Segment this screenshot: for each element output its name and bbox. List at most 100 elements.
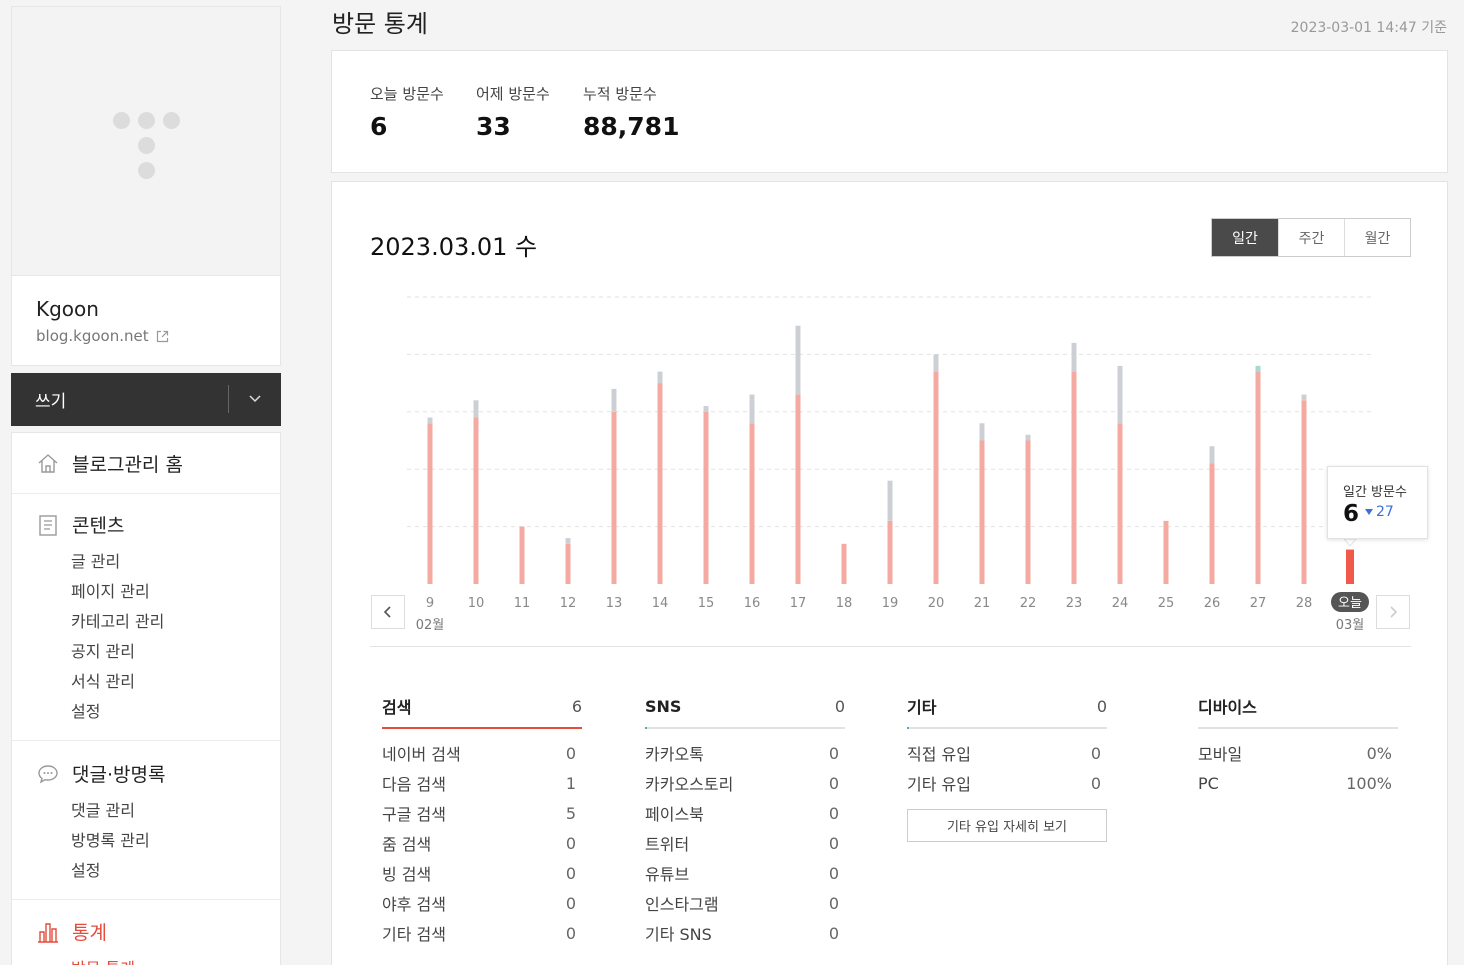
visits-bar-secondary[interactable] [473, 400, 479, 418]
visits-bar-secondary[interactable] [1209, 446, 1215, 464]
blog-url-link[interactable]: blog.kgoon.net [36, 327, 169, 345]
tooltip-pointer [1342, 538, 1358, 547]
home-icon [38, 453, 58, 473]
sidebar-item-comment-manage[interactable]: 댓글 관리 [71, 797, 135, 821]
x-tick-label: 10 [468, 596, 485, 611]
source-row: 야후 검색 0 [382, 888, 582, 918]
source-row-value: 0 [1090, 743, 1101, 763]
write-button[interactable]: 쓰기 [35, 387, 66, 412]
sidebar-item-stats[interactable]: 통계 [36, 918, 107, 945]
visits-bar-chart: 9 10 11 12 13 14 15 16 17 18 19 20 21 22 23 24 25 26 27 28 오… [407, 296, 1372, 633]
source-row: 모바일 0% [1198, 738, 1398, 768]
visits-bar[interactable] [565, 543, 571, 584]
source-header: SNS 0 [645, 689, 845, 729]
visits-bar[interactable] [427, 423, 433, 584]
sidebar-item-pages[interactable]: 페이지 관리 [71, 578, 150, 602]
stat-value: 33 [476, 112, 511, 141]
visits-bar[interactable] [1071, 371, 1077, 584]
visits-bar-secondary[interactable] [703, 406, 709, 412]
sidebar-item-posts[interactable]: 글 관리 [71, 548, 120, 572]
chart-prev-button[interactable] [371, 595, 405, 629]
source-row: 페이스북 0 [645, 798, 845, 828]
sidebar-item-notices[interactable]: 공지 관리 [71, 638, 135, 662]
source-row: 기타 SNS 0 [645, 918, 845, 948]
page-title: 방문 통계 [332, 10, 428, 38]
visits-bar[interactable] [1163, 520, 1169, 584]
source-row-label: 줌 검색 [382, 835, 432, 854]
menu-section-contents: 콘텐츠 글 관리 페이지 관리 카테고리 관리 공지 관리 서식 관리 설정 [12, 494, 280, 741]
visits-bar[interactable] [841, 543, 847, 584]
source-row-label: 네이버 검색 [382, 745, 461, 764]
sidebar-item-settings[interactable]: 설정 [71, 698, 100, 722]
visits-bar-secondary[interactable] [979, 423, 985, 441]
visits-bar[interactable] [1025, 440, 1031, 585]
blog-name: Kgoon [36, 297, 99, 321]
x-tick-label: 28 [1296, 596, 1313, 611]
visits-bar[interactable] [703, 411, 709, 584]
source-row-value: 0 [828, 893, 839, 913]
visits-bar-secondary[interactable] [887, 480, 893, 521]
sidebar-item-comments[interactable]: 댓글·방명록 [36, 760, 165, 787]
visits-bar-secondary[interactable] [1117, 365, 1123, 424]
external-link-icon [156, 330, 168, 342]
visits-bar[interactable] [611, 411, 617, 584]
sidebar-item-label: 콘텐츠 [72, 515, 125, 537]
x-tick-label: 17 [790, 596, 807, 611]
source-row-label: 페이스북 [645, 805, 704, 824]
visits-bar[interactable] [887, 520, 893, 584]
x-tick-label: 24 [1112, 596, 1129, 611]
visits-bar[interactable] [979, 440, 985, 585]
logo-dot [163, 112, 180, 129]
visits-bar[interactable] [749, 423, 755, 584]
visits-bar-secondary[interactable] [427, 417, 433, 424]
source-row-label: 기타 유입 [907, 775, 971, 794]
visits-bar-secondary[interactable] [657, 371, 663, 384]
visits-bar-secondary[interactable] [1025, 434, 1031, 441]
source-row: 유튜브 0 [645, 858, 845, 888]
source-row-label: 빙 검색 [382, 865, 432, 884]
chevron-down-icon[interactable] [247, 390, 263, 406]
visits-bar-secondary[interactable] [795, 325, 801, 395]
source-row-value: 5 [565, 803, 576, 823]
visits-bar[interactable] [1255, 371, 1261, 584]
chart-next-button[interactable] [1376, 595, 1410, 629]
profile-image[interactable] [12, 7, 280, 276]
summary-card: 오늘 방문수 6 어제 방문수 33 누적 방문수 88,781 [331, 50, 1448, 173]
sidebar-item-home[interactable]: 블로그관리 홈 [36, 450, 183, 477]
divider [228, 385, 229, 413]
visits-bar[interactable] [1346, 549, 1354, 584]
sidebar-item-comment-settings[interactable]: 설정 [71, 857, 100, 881]
visits-bar[interactable] [1117, 423, 1123, 584]
source-row: 빙 검색 0 [382, 858, 582, 888]
source-row: 다음 검색 1 [382, 768, 582, 798]
visits-bar[interactable] [1209, 463, 1215, 584]
source-row-label: 직접 유입 [907, 745, 971, 764]
source-row-value: 0 [828, 923, 839, 943]
visits-bar[interactable] [795, 394, 801, 584]
sidebar-item-contents[interactable]: 콘텐츠 [36, 511, 124, 538]
stat-label: 오늘 방문수 [370, 85, 444, 103]
visits-bar-secondary[interactable] [1301, 394, 1307, 401]
visits-bar[interactable] [519, 526, 525, 584]
sidebar-item-visit-stats[interactable]: 방문 통계 [71, 955, 135, 965]
x-tick-label: 26 [1204, 596, 1221, 611]
visits-bar-secondary[interactable] [1071, 342, 1077, 372]
source-row-value: 0 [1090, 773, 1101, 793]
menu-section-stats: 통계 방문 통계 [12, 900, 280, 965]
source-row: 인스타그램 0 [645, 888, 845, 918]
sidebar-item-templates[interactable]: 서식 관리 [71, 668, 135, 692]
visits-bar[interactable] [1301, 400, 1307, 584]
visits-bar-secondary[interactable] [565, 538, 571, 544]
visits-bar-secondary[interactable] [1255, 365, 1261, 372]
sidebar-item-guestbook-manage[interactable]: 방명록 관리 [71, 827, 150, 851]
timestamp: 2023-03-01 14:47 기준 [1290, 20, 1447, 36]
sidebar-item-categories[interactable]: 카테고리 관리 [71, 608, 164, 632]
visits-bar-secondary[interactable] [933, 354, 939, 372]
x-tick-label: 20 [928, 596, 945, 611]
visits-bar[interactable] [933, 371, 939, 584]
visits-bar-secondary[interactable] [749, 394, 755, 424]
etc-details-button[interactable]: 기타 유입 자세히 보기 [907, 809, 1107, 842]
visits-bar[interactable] [473, 417, 479, 584]
visits-bar[interactable] [657, 383, 663, 584]
visits-bar-secondary[interactable] [611, 388, 617, 412]
